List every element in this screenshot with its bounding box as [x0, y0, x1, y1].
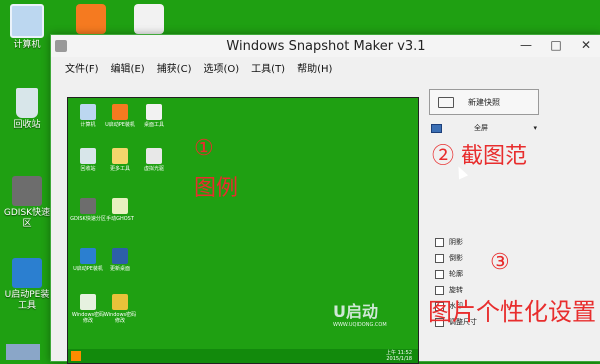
menu-options[interactable]: 选项(O)	[197, 57, 245, 77]
desktop-icon-gdisk[interactable]: GDISK快速 区	[2, 176, 52, 230]
annotation-4: 图片个性化设置	[428, 298, 596, 326]
annotation-1-text: 图例	[194, 176, 239, 201]
title-bar[interactable]: Windows Snapshot Maker v3.1 — □ ✕	[51, 35, 600, 57]
desktop-icon-computer[interactable]: 计算机	[4, 4, 50, 51]
menu-file[interactable]: 文件(F)	[59, 57, 105, 77]
uqidong-logo: U启动 WWW.UQIDONG.COM	[333, 302, 387, 328]
checkbox[interactable]	[435, 269, 444, 279]
preview-icon: Windows密码修改	[70, 294, 106, 324]
preview-icon: Windows密码修改	[102, 294, 138, 324]
computer-icon	[80, 104, 96, 120]
preview-taskbar: 上午 11:52 2015/1/18	[68, 349, 418, 363]
desktop-icon-uqidong[interactable]	[76, 4, 106, 34]
option-outline[interactable]: 轮廓	[435, 269, 463, 279]
option-reflection[interactable]: 倒影	[435, 253, 463, 263]
preview-icon: 更多工具	[102, 148, 138, 172]
computer-icon	[10, 4, 44, 38]
preview-icon: 更新桌面	[102, 248, 138, 272]
u-logo-icon	[80, 248, 96, 264]
preview-icon: 桌面工具	[136, 104, 172, 128]
preview-icon: U启动PE装机	[102, 104, 138, 128]
disk-icon	[80, 198, 96, 214]
new-snapshot-button[interactable]: 新建快照	[429, 89, 539, 115]
monitor-icon	[112, 248, 128, 264]
menu-edit[interactable]: 编辑(E)	[105, 57, 151, 77]
capture-mode-select[interactable]: 全屏 ▾	[431, 121, 537, 135]
ghost-icon	[112, 198, 128, 214]
toolbox-icon	[146, 104, 162, 120]
annotation-2: ② 截图范	[432, 144, 527, 169]
checkbox[interactable]	[435, 253, 444, 263]
preview-icon: 虚拟光驱	[136, 148, 172, 172]
menu-help[interactable]: 帮助(H)	[291, 57, 338, 77]
close-button[interactable]: ✕	[571, 35, 600, 55]
file-icon	[80, 294, 96, 310]
preview-icon: GDISK快速分区	[70, 198, 106, 222]
menu-capture[interactable]: 捕获(C)	[151, 57, 198, 77]
camera-icon	[438, 96, 454, 108]
minimize-button[interactable]: —	[511, 35, 541, 55]
screen-icon	[431, 123, 442, 133]
recycle-bin-icon	[80, 148, 96, 164]
annotation-1-number: ①	[194, 136, 214, 161]
preview-icon: 计算机	[70, 104, 106, 128]
annotation-3: ③	[490, 250, 510, 275]
desktop-icon-uqidong-pe[interactable]: U启动PE装 工具	[2, 258, 52, 312]
disk-icon	[12, 176, 42, 206]
desktop-icon-partial	[6, 344, 40, 360]
preview-clock: 上午 11:52 2015/1/18	[386, 350, 412, 362]
menu-bar: 文件(F) 编辑(E) 捕获(C) 选项(O) 工具(T) 帮助(H)	[51, 57, 600, 77]
checkbox[interactable]	[435, 237, 444, 247]
preview-icon: 回收站	[70, 148, 106, 172]
preview-icon: U启动PE装机	[70, 248, 106, 272]
desktop-icon-recycle-bin[interactable]: 回收站	[4, 88, 50, 131]
chevron-down-icon: ▾	[533, 124, 537, 132]
desktop-icon-toolbox[interactable]	[134, 4, 164, 34]
recycle-bin-icon	[16, 88, 38, 118]
disc-icon	[146, 148, 162, 164]
menu-tools[interactable]: 工具(T)	[245, 57, 291, 77]
maximize-button[interactable]: □	[541, 35, 571, 55]
option-shadow[interactable]: 阴影	[435, 237, 463, 247]
preview-icon: 手动GHOST	[102, 198, 138, 222]
u-logo-icon	[12, 258, 42, 288]
snapshot-preview: 计算机 U启动PE装机 桌面工具 回收站 更多工具 虚拟光驱 GDISK快速分区…	[67, 97, 419, 364]
folder-icon	[112, 148, 128, 164]
u-logo-icon	[112, 104, 128, 120]
key-icon	[112, 294, 128, 310]
